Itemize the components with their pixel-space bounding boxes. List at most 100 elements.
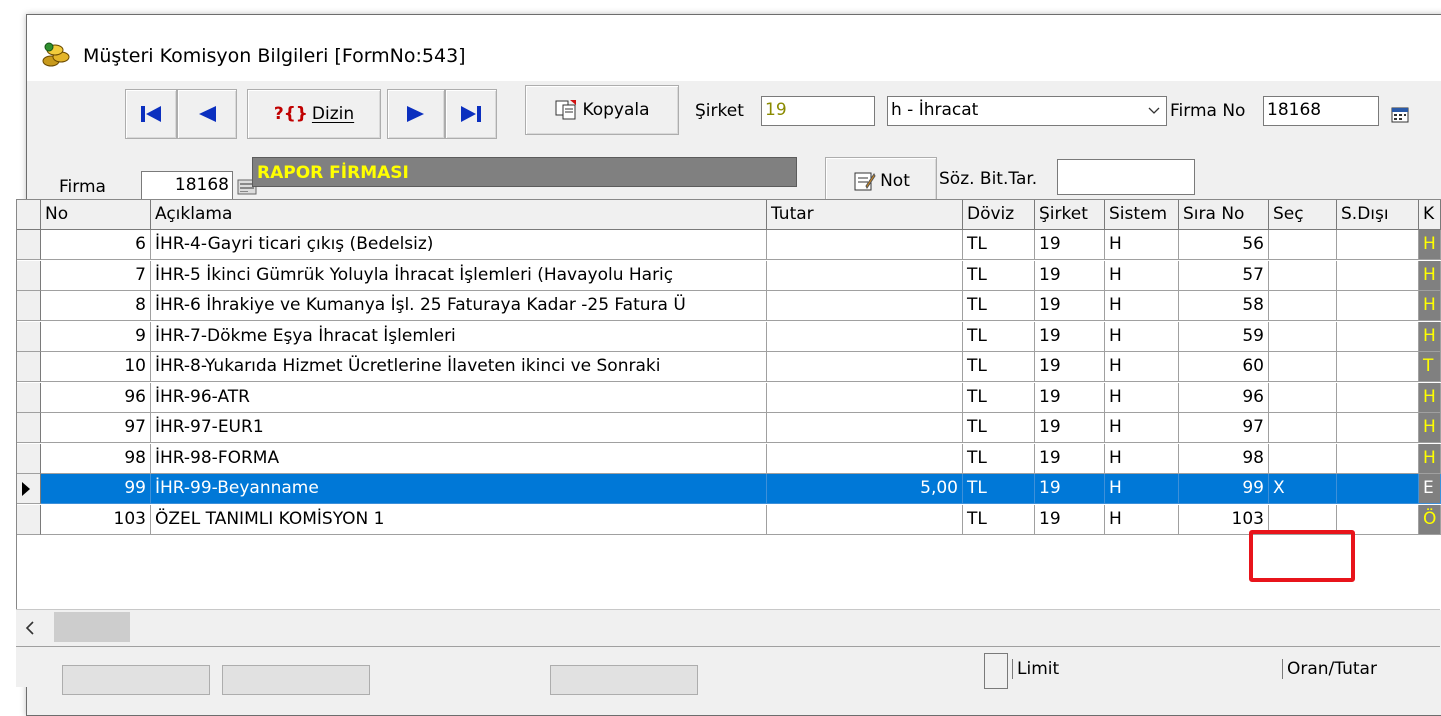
row-indicator[interactable] [17, 260, 41, 291]
cell-k[interactable]: H [1419, 382, 1441, 413]
cell-sira[interactable]: 60 [1179, 352, 1269, 382]
cell-doviz[interactable]: TL [963, 443, 1035, 474]
cell-sira[interactable]: 98 [1179, 443, 1269, 474]
cell-sira[interactable]: 96 [1179, 382, 1269, 413]
cell-tutar[interactable] [767, 352, 963, 382]
table-row[interactable]: 103 ÖZEL TANIMLI KOMİSYON 1 TL 19 H 103 Ö [17, 504, 1441, 535]
cell-sira[interactable]: 57 [1179, 260, 1269, 291]
cell-sec[interactable] [1269, 291, 1337, 321]
cell-sdisi[interactable] [1337, 382, 1419, 413]
cell-aciklama[interactable]: İHR-8-Yukarıda Hizmet Ücretlerine İlavet… [151, 352, 767, 382]
cell-doviz[interactable]: TL [963, 230, 1035, 260]
cell-tutar[interactable] [767, 321, 963, 352]
cell-sec[interactable]: X [1269, 474, 1337, 504]
cell-sira[interactable]: 99 [1179, 474, 1269, 504]
column-header-no[interactable]: No [41, 200, 151, 230]
table-row[interactable]: 7 İHR-5 İkinci Gümrük Yoluyla İhracat İşl… [17, 260, 1441, 291]
cell-tutar[interactable] [767, 382, 963, 413]
cell-tutar[interactable] [767, 413, 963, 443]
cell-sirket[interactable]: 19 [1035, 443, 1105, 474]
cell-sdisi[interactable] [1337, 291, 1419, 321]
column-header-tutar[interactable]: Tutar [767, 200, 963, 230]
company-type-select[interactable]: h - İhracat [887, 96, 1167, 126]
cell-sirket[interactable]: 19 [1035, 291, 1105, 321]
cell-tutar[interactable] [767, 443, 963, 474]
cell-sec[interactable] [1269, 321, 1337, 352]
row-indicator[interactable] [17, 352, 41, 382]
cell-sistem[interactable]: H [1105, 321, 1179, 352]
kopyala-button[interactable]: Kopyala [525, 85, 679, 135]
row-indicator[interactable] [17, 474, 41, 504]
column-header-sec[interactable]: Seç [1269, 200, 1337, 230]
table-row[interactable]: 98 İHR-98-FORMA TL 19 H 98 H [17, 443, 1441, 474]
cell-sdisi[interactable] [1337, 352, 1419, 382]
not-button[interactable]: Not [825, 157, 937, 205]
cell-sira[interactable]: 97 [1179, 413, 1269, 443]
cell-sistem[interactable]: H [1105, 260, 1179, 291]
cell-sdisi[interactable] [1337, 413, 1419, 443]
cell-doviz[interactable]: TL [963, 504, 1035, 535]
cell-no[interactable]: 9 [41, 321, 151, 352]
row-indicator[interactable] [17, 504, 41, 535]
cell-aciklama[interactable]: İHR-5 İkinci Gümrük Yoluyla İhracat İşle… [151, 260, 767, 291]
cell-no[interactable]: 97 [41, 413, 151, 443]
cell-sirket[interactable]: 19 [1035, 230, 1105, 260]
cell-sirket[interactable]: 19 [1035, 382, 1105, 413]
scroll-left-icon[interactable] [22, 619, 40, 637]
cell-sirket[interactable]: 19 [1035, 504, 1105, 535]
row-indicator[interactable] [17, 291, 41, 321]
table-row[interactable]: 10 İHR-8-Yukarıda Hizmet Ücretlerine İlav… [17, 352, 1441, 382]
column-header-k[interactable]: K [1419, 200, 1441, 230]
cell-tutar[interactable]: 5,00 [767, 474, 963, 504]
cell-no[interactable]: 7 [41, 260, 151, 291]
table-row[interactable]: 6 İHR-4-Gayri ticari çıkış (Bedelsiz) TL 19… [17, 230, 1441, 260]
cell-k[interactable]: T [1419, 352, 1441, 382]
cell-sdisi[interactable] [1337, 230, 1419, 260]
cell-k[interactable]: H [1419, 321, 1441, 352]
cell-doviz[interactable]: TL [963, 260, 1035, 291]
cell-aciklama[interactable]: İHR-98-FORMA [151, 443, 767, 474]
cell-aciklama[interactable]: İHR-96-ATR [151, 382, 767, 413]
cell-k[interactable]: H [1419, 291, 1441, 321]
table-row[interactable]: 9 İHR-7-Dökme Eşya İhracat İşlemleri TL 19 H… [17, 321, 1441, 352]
table-row[interactable]: 96 İHR-96-ATR TL 19 H 96 H [17, 382, 1441, 413]
cell-sira[interactable]: 58 [1179, 291, 1269, 321]
calendar-picker-icon[interactable] [1391, 107, 1409, 123]
cell-sec[interactable] [1269, 413, 1337, 443]
cell-sirket[interactable]: 19 [1035, 474, 1105, 504]
cell-aciklama[interactable]: İHR-4-Gayri ticari çıkış (Bedelsiz) [151, 230, 767, 260]
cell-aciklama[interactable]: İHR-97-EUR1 [151, 413, 767, 443]
row-indicator[interactable] [17, 413, 41, 443]
cell-tutar[interactable] [767, 291, 963, 321]
cell-doviz[interactable]: TL [963, 352, 1035, 382]
cell-sirket[interactable]: 19 [1035, 413, 1105, 443]
cell-doviz[interactable]: TL [963, 321, 1035, 352]
column-header-sdisi[interactable]: S.Dışı [1337, 200, 1419, 230]
cell-sec[interactable] [1269, 443, 1337, 474]
column-header-aciklama[interactable]: Açıklama [151, 200, 767, 230]
cell-no[interactable]: 96 [41, 382, 151, 413]
cell-no[interactable]: 103 [41, 504, 151, 535]
cell-tutar[interactable] [767, 504, 963, 535]
cell-k[interactable]: H [1419, 443, 1441, 474]
next-record-button[interactable] [387, 89, 445, 139]
row-indicator[interactable] [17, 382, 41, 413]
cell-sira[interactable]: 56 [1179, 230, 1269, 260]
cell-no[interactable]: 6 [41, 230, 151, 260]
bottom-button-3[interactable] [550, 665, 698, 695]
cell-sistem[interactable]: H [1105, 230, 1179, 260]
cell-sira[interactable]: 59 [1179, 321, 1269, 352]
cell-no[interactable]: 98 [41, 443, 151, 474]
cell-sirket[interactable]: 19 [1035, 260, 1105, 291]
column-header-sira[interactable]: Sıra No [1179, 200, 1269, 230]
table-row[interactable]: 8 İHR-6 İhrakiye ve Kumanya İşl. 25 Fatur… [17, 291, 1441, 321]
cell-aciklama[interactable]: İHR-6 İhrakiye ve Kumanya İşl. 25 Fatura… [151, 291, 767, 321]
bottom-button-1[interactable] [62, 665, 210, 695]
cell-k[interactable]: E [1419, 474, 1441, 504]
cell-doviz[interactable]: TL [963, 474, 1035, 504]
cell-tutar[interactable] [767, 230, 963, 260]
cell-sdisi[interactable] [1337, 260, 1419, 291]
cell-doviz[interactable]: TL [963, 382, 1035, 413]
row-indicator[interactable] [17, 443, 41, 474]
cell-k[interactable]: H [1419, 413, 1441, 443]
